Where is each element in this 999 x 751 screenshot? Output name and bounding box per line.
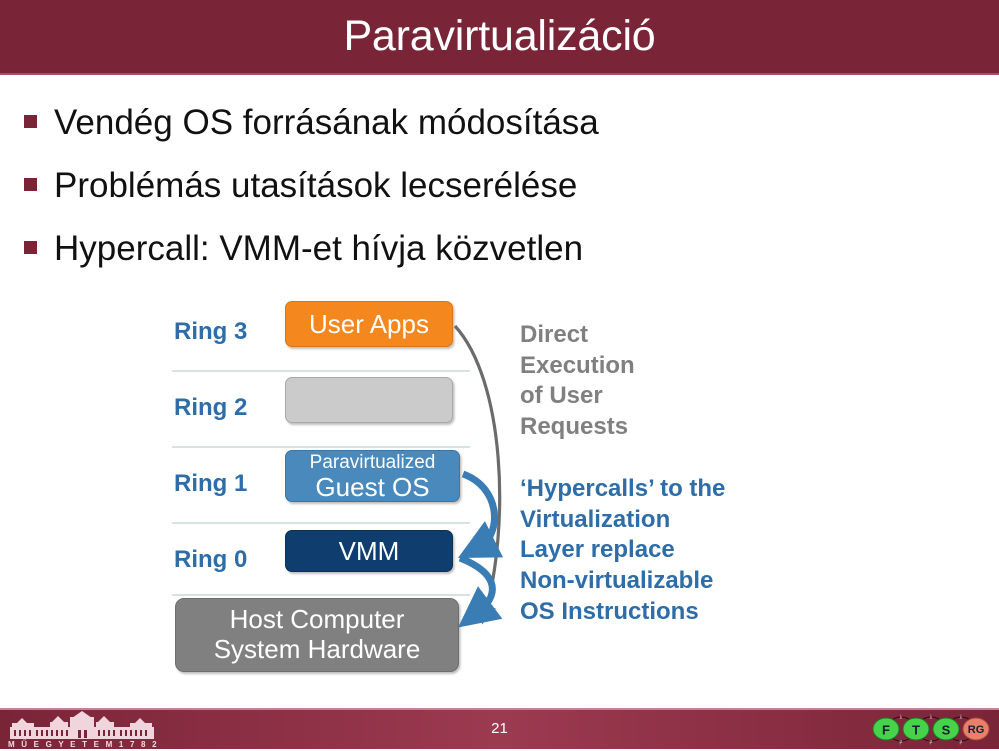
ftsrg-node-s: S <box>942 723 951 738</box>
ftsrg-arc-label-mu: μ <box>929 739 932 745</box>
ftsrg-node-rg: RG <box>968 724 985 736</box>
slide-footer: M Ű E G Y E T E M 1 7 8 2 21 λ λ λ μ μ μ… <box>0 708 999 749</box>
ftsrg-logo: λ λ λ μ μ μ F T S RG <box>869 712 993 746</box>
ftsrg-node-f: F <box>882 723 890 738</box>
ftsrg-arc-label-lambda: λ <box>930 715 933 721</box>
list-item: Hypercall: VMM-et hívja közvetlen <box>24 222 784 285</box>
ftsrg-queue-icon: λ λ λ μ μ μ F T S RG <box>872 715 990 745</box>
ftsrg-node-t: T <box>912 723 920 738</box>
direct-execution-annotation: Direct Execution of User Requests <box>520 321 635 441</box>
diagram-arrows <box>453 324 504 628</box>
bullet-text: Problémás utasítások lecserélése <box>54 166 578 205</box>
slide-header: Paravirtualizáció <box>0 0 999 75</box>
bullet-text: Vendég OS forrásának módosítása <box>54 103 599 142</box>
hypercall-guestos-to-vmm-arrow <box>457 470 504 559</box>
hypercall-vmm-to-hardware-arrow <box>458 554 503 628</box>
page-title: Paravirtualizáció <box>343 12 656 60</box>
hypercalls-annotation: ‘Hypercalls’ to the Virtualization Layer… <box>520 475 726 625</box>
ftsrg-arc-label-lambda: λ <box>960 715 963 721</box>
bullet-square-icon <box>24 178 37 191</box>
list-item: Vendég OS forrásának módosítása <box>24 96 784 159</box>
ftsrg-arc-label-mu: μ <box>959 739 962 745</box>
ftsrg-arc-label-mu: μ <box>899 739 902 745</box>
bullet-square-icon <box>24 241 37 254</box>
ftsrg-arc-label-lambda: λ <box>900 715 903 721</box>
bullet-square-icon <box>24 115 37 128</box>
paravirtualization-ring-diagram: Ring 3 User Apps Ring 2 Ring 1 Paravirtu… <box>160 296 840 686</box>
list-item: Problémás utasítások lecserélése <box>24 159 784 222</box>
page-number: 21 <box>491 720 508 737</box>
bullet-text: Hypercall: VMM-et hívja közvetlen <box>54 229 584 268</box>
bullet-list: Vendég OS forrásának módosítása Problémá… <box>24 96 784 285</box>
header-accent-line <box>0 73 999 75</box>
